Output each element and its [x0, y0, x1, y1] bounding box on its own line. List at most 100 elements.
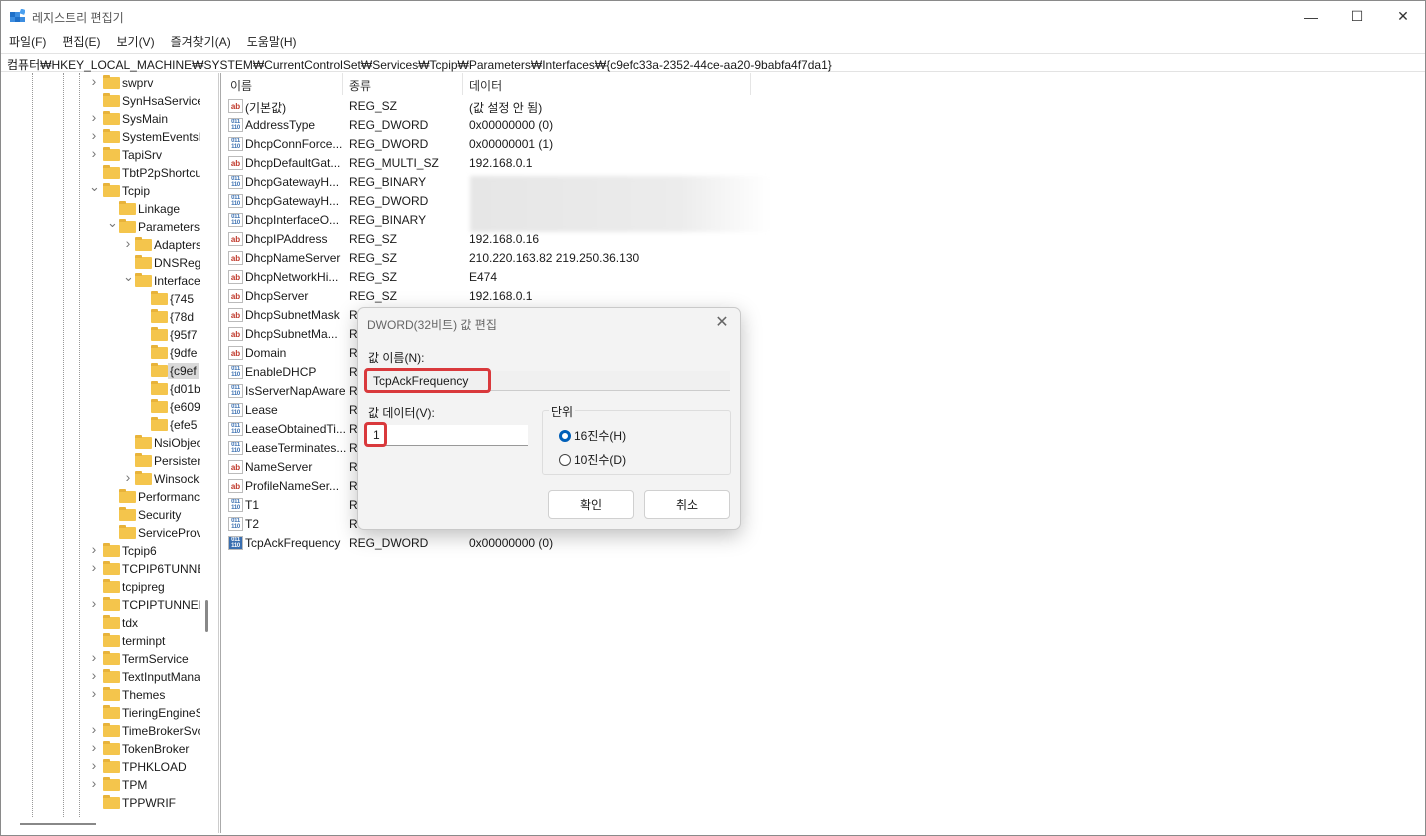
menu-favorites[interactable]: 즐겨찾기(A) — [163, 32, 239, 52]
tree-horizontal-scrollbar[interactable] — [20, 823, 96, 825]
folder-icon — [103, 111, 120, 125]
tree-item[interactable]: terminpt — [1, 632, 200, 650]
value-name: DhcpIPAddress — [245, 232, 328, 246]
chevron-right-icon[interactable]: › — [89, 145, 99, 161]
tree-item[interactable]: tcpipreg — [1, 578, 200, 596]
chevron-down-icon[interactable]: ⌄ — [123, 269, 134, 285]
tree-item[interactable]: › swprv — [1, 73, 200, 92]
tree-item[interactable]: PersistentRoutes — [1, 452, 200, 470]
tree-item[interactable]: › TapiSrv — [1, 145, 200, 164]
value-row[interactable]: ab DhcpIPAddress REG_SZ 192.168.0.16 — [222, 230, 822, 249]
chevron-right-icon[interactable]: › — [89, 73, 99, 89]
value-data-input[interactable]: 1 — [367, 425, 528, 446]
tree-item[interactable]: › Adapters — [1, 235, 200, 254]
tree-item[interactable]: Linkage — [1, 200, 200, 218]
column-header-name[interactable]: 이름 — [230, 77, 252, 94]
value-row[interactable]: ab DhcpNetworkHi... REG_SZ E474 — [222, 268, 822, 287]
minimize-button[interactable]: — — [1288, 1, 1334, 32]
chevron-right-icon[interactable]: › — [123, 469, 133, 485]
tree-item[interactable]: {e609 — [1, 398, 200, 416]
tree-item[interactable]: {c9ef — [1, 362, 200, 380]
chevron-right-icon[interactable]: › — [89, 649, 99, 665]
column-divider[interactable] — [342, 73, 343, 95]
menu-file[interactable]: 파일(F) — [1, 32, 54, 52]
chevron-right-icon[interactable]: › — [89, 541, 99, 557]
tree-item[interactable]: › Tcpip6 — [1, 541, 200, 560]
chevron-down-icon[interactable]: ⌄ — [89, 179, 100, 195]
tree-item[interactable]: › SystemEventsBroker — [1, 127, 200, 146]
tree-item[interactable]: › TPM — [1, 775, 200, 794]
dialog-close-button[interactable]: ✕ — [712, 312, 732, 332]
value-row[interactable]: ab (기본값) REG_SZ (값 설정 안 됨) — [222, 97, 822, 116]
tree-item[interactable]: TbtP2pShortcutService — [1, 164, 200, 182]
tree-item[interactable]: SynHsaService — [1, 92, 200, 110]
tree-item[interactable]: ⌄ Interfaces — [1, 269, 200, 290]
chevron-right-icon[interactable]: › — [89, 685, 99, 701]
key-tree[interactable]: › swprv SynHsaService › SysMain › SystemEvents… — [1, 73, 200, 817]
close-button[interactable]: ✕ — [1380, 1, 1426, 32]
address-bar[interactable]: 컴퓨터₩HKEY_LOCAL_MACHINE₩SYSTEM₩CurrentCon… — [1, 53, 1425, 72]
tree-item[interactable]: {9dfe — [1, 344, 200, 362]
column-header-data[interactable]: 데이터 — [469, 77, 502, 94]
maximize-button[interactable]: ☐ — [1334, 1, 1380, 32]
chevron-right-icon[interactable]: › — [89, 127, 99, 143]
tree-item[interactable]: {78d — [1, 308, 200, 326]
tree-item[interactable]: ⌄ Parameters — [1, 215, 200, 236]
tree-item[interactable]: ⌄ Tcpip — [1, 179, 200, 200]
column-divider[interactable] — [750, 73, 751, 95]
tree-item[interactable]: TieringEngineService — [1, 704, 200, 722]
pane-splitter[interactable] — [218, 73, 221, 833]
tree-item[interactable]: › Themes — [1, 685, 200, 704]
menu-edit[interactable]: 편집(E) — [54, 32, 108, 52]
value-row[interactable]: ab DhcpServer REG_SZ 192.168.0.1 — [222, 287, 822, 306]
column-divider[interactable] — [462, 73, 463, 95]
menu-view[interactable]: 보기(V) — [108, 32, 162, 52]
tree-item[interactable]: Performance — [1, 488, 200, 506]
chevron-right-icon[interactable]: › — [89, 757, 99, 773]
tree-item[interactable]: {745 — [1, 290, 200, 308]
tree-item[interactable]: › TextInputManagementService — [1, 667, 200, 686]
tree-item[interactable]: DNSRegisteredAdapters — [1, 254, 200, 272]
value-row[interactable]: 011 110 AddressType REG_DWORD 0x00000000 (0… — [222, 116, 822, 135]
tree-item[interactable]: › SysMain — [1, 109, 200, 128]
tree-vertical-scrollbar[interactable] — [205, 600, 208, 632]
chevron-right-icon[interactable]: › — [123, 235, 133, 251]
chevron-right-icon[interactable]: › — [89, 721, 99, 737]
menu-help[interactable]: 도움말(H) — [239, 32, 305, 52]
column-header-type[interactable]: 종류 — [349, 77, 371, 94]
value-row[interactable]: 011 110 DhcpConnForce... REG_DWORD 0x000000… — [222, 135, 822, 154]
ok-button[interactable]: 확인 — [548, 490, 634, 519]
value-row[interactable]: 011 110 TcpAckFrequency REG_DWORD 0x0000000… — [222, 534, 822, 553]
tree-item[interactable]: TPPWRIF — [1, 794, 200, 812]
tree-item[interactable]: {efe5 — [1, 416, 200, 434]
tree-item[interactable]: › Winsock — [1, 469, 200, 488]
cancel-button[interactable]: 취소 — [644, 490, 730, 519]
tree-item[interactable]: tdx — [1, 614, 200, 632]
tree-item[interactable]: › TCPIP6TUNNEL — [1, 559, 200, 578]
tree-item[interactable]: › TokenBroker — [1, 739, 200, 758]
chevron-right-icon[interactable]: › — [89, 775, 99, 791]
hex-radio[interactable]: 16진수(H) — [559, 427, 626, 444]
tree-item[interactable]: {95f7 — [1, 326, 200, 344]
chevron-down-icon[interactable]: ⌄ — [107, 215, 118, 231]
folder-icon — [119, 201, 136, 215]
tree-item[interactable]: › TermService — [1, 649, 200, 668]
tree-item[interactable]: Security — [1, 506, 200, 524]
chevron-right-icon[interactable]: › — [89, 109, 99, 125]
tree-item[interactable]: › TCPIPTUNNEL — [1, 595, 200, 614]
tree-item[interactable]: ServiceProvider — [1, 524, 200, 542]
string-value-icon: ab — [228, 156, 243, 170]
decimal-radio[interactable]: 10진수(D) — [559, 451, 626, 468]
value-row[interactable]: ab DhcpNameServer REG_SZ 210.220.163.82 219… — [222, 249, 822, 268]
chevron-right-icon[interactable]: › — [89, 559, 99, 575]
chevron-right-icon[interactable]: › — [89, 595, 99, 611]
value-row[interactable]: ab DhcpDefaultGat... REG_MULTI_SZ 192.168.0… — [222, 154, 822, 173]
tree-item[interactable]: › TimeBrokerSvc — [1, 721, 200, 740]
tree-item[interactable]: {d01b — [1, 380, 200, 398]
tree-item[interactable]: › TPHKLOAD — [1, 757, 200, 776]
folder-icon — [151, 327, 168, 341]
chevron-right-icon[interactable]: › — [89, 667, 99, 683]
tree-item[interactable]: NsiObjectSecurity — [1, 434, 200, 452]
chevron-right-icon[interactable]: › — [89, 739, 99, 755]
value-name: EnableDHCP — [245, 365, 317, 379]
